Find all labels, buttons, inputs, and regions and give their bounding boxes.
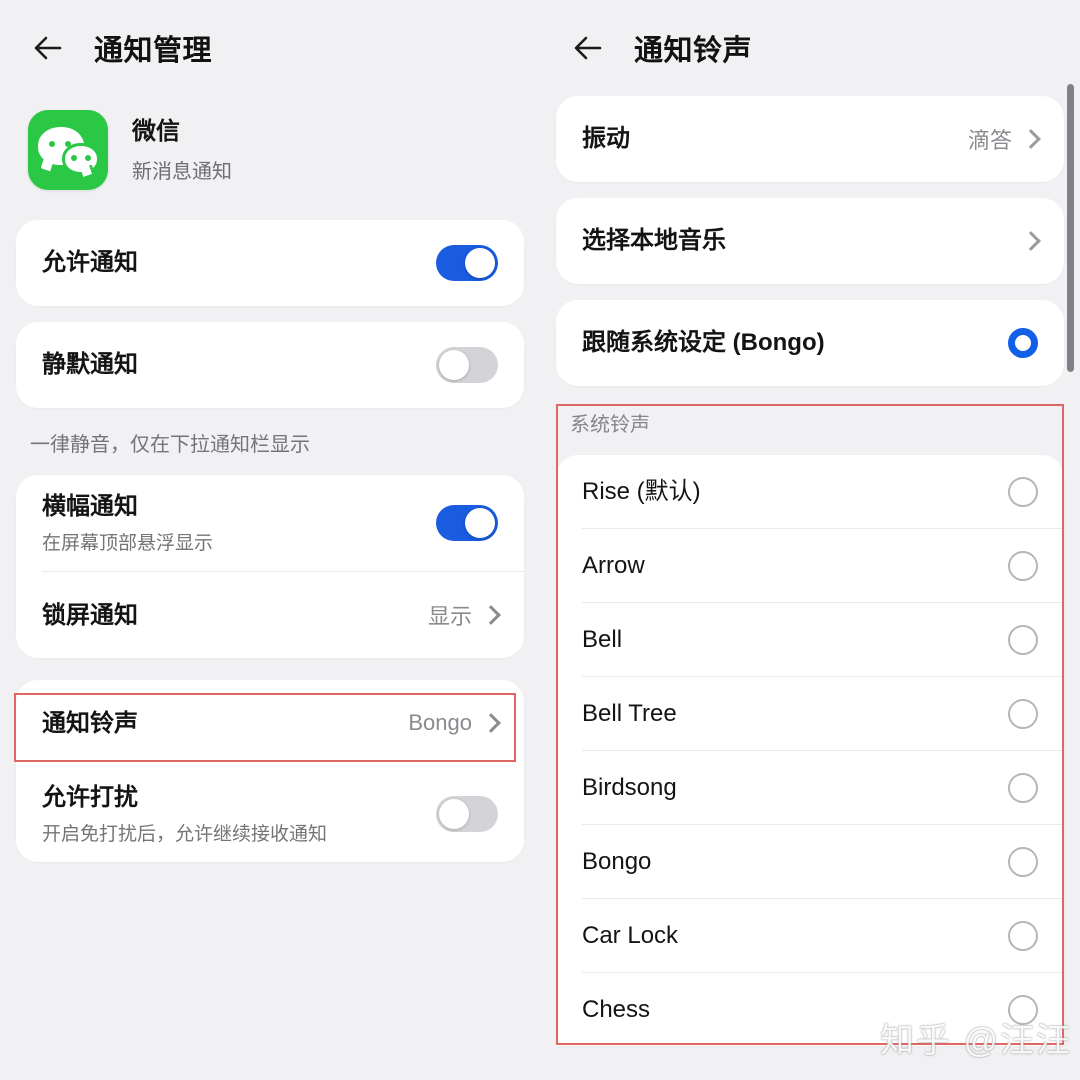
ringtone-name: Arrow <box>582 551 645 579</box>
row-label: 振动 <box>582 125 630 153</box>
ringtone-name: Bell <box>582 625 623 653</box>
ringtone-radio[interactable] <box>1008 550 1038 581</box>
ringtone-name: Bongo <box>582 847 652 875</box>
left-header: 通知管理 <box>0 0 540 96</box>
row-allow-notifications[interactable]: 允许通知 <box>16 220 524 306</box>
silent-notifications-hint: 一律静音，仅在下拉通知栏显示 <box>30 434 310 456</box>
row-value: 滴答 <box>967 128 1012 153</box>
row-lockscreen-notifications[interactable]: 锁屏通知 显示 <box>16 572 524 658</box>
ringtone-radio[interactable] <box>1008 920 1038 951</box>
app-subtitle: 新消息通知 <box>132 160 232 183</box>
row-label: 允许打扰 <box>42 784 138 812</box>
radio-follow-system-setting[interactable] <box>1008 328 1038 358</box>
ringtone-radio[interactable] <box>1008 846 1038 877</box>
ringtone-list-item[interactable]: Bell <box>556 603 1064 676</box>
section-label-system-ringtones: 系统铃声 <box>570 414 650 436</box>
card-silent-notifications: 静默通知 <box>16 322 524 408</box>
left-panel-notification-management: 通知管理 微信 新消息通知 允许通知 静默通知 一律静音，仅在下拉通知栏显示 横… <box>0 0 540 1080</box>
ringtone-radio[interactable] <box>1008 476 1038 507</box>
ringtone-list-item[interactable]: Birdsong <box>556 751 1064 824</box>
row-label: 横幅通知 <box>42 493 138 520</box>
row-label: 跟随系统设定 (Bongo) <box>582 329 825 357</box>
card-follow-system: 跟随系统设定 (Bongo) <box>556 300 1064 386</box>
toggle-silent-notifications[interactable] <box>436 347 498 383</box>
chevron-right-icon <box>481 605 501 626</box>
toggle-allow-notifications[interactable] <box>436 245 498 281</box>
card-system-ringtones: Rise (默认) Arrow Bell Bell Tree Birdsong Bongo… <box>556 455 1064 1046</box>
ringtone-list-item[interactable]: Bongo <box>556 825 1064 898</box>
ringtone-name: Birdsong <box>582 773 677 801</box>
ringtone-name: Bell Tree <box>582 699 677 727</box>
chevron-right-icon <box>481 713 501 734</box>
row-label: 选择本地音乐 <box>582 227 726 255</box>
dual-screenshot-container: 通知管理 微信 新消息通知 允许通知 静默通知 一律静音，仅在下拉通知栏显示 横… <box>0 0 1080 1080</box>
row-notification-ringtone[interactable]: 通知铃声 Bongo <box>16 680 524 766</box>
row-sublabel: 在屏幕顶部悬浮显示 <box>42 533 214 555</box>
row-vibration[interactable]: 振动 滴答 <box>556 96 1064 182</box>
right-panel-notification-ringtone: 通知铃声 振动 滴答 选择本地音乐 跟随系统设定 (Bongo) 系统铃声 Ri… <box>540 0 1080 1080</box>
card-local-music: 选择本地音乐 <box>556 198 1064 284</box>
row-banner-notifications[interactable]: 横幅通知 在屏幕顶部悬浮显示 <box>16 475 524 571</box>
row-select-local-music[interactable]: 选择本地音乐 <box>556 198 1064 284</box>
ringtone-list: Rise (默认) Arrow Bell Bell Tree Birdsong Bongo… <box>556 455 1064 1046</box>
chevron-right-icon <box>1021 129 1041 149</box>
back-arrow-icon[interactable] <box>568 28 608 68</box>
row-label: 允许通知 <box>42 249 138 277</box>
ringtone-list-item[interactable]: Arrow <box>556 529 1064 602</box>
row-allow-interrupt[interactable]: 允许打扰 开启免打扰后，允许继续接收通知 <box>16 766 524 862</box>
row-sublabel: 开启免打扰后，允许继续接收通知 <box>42 824 328 846</box>
row-value: Bongo <box>408 710 472 736</box>
back-arrow-icon[interactable] <box>28 28 68 68</box>
app-name: 微信 <box>132 117 180 145</box>
wechat-icon <box>28 110 108 190</box>
ringtone-list-item[interactable]: Rise (默认) <box>556 455 1064 528</box>
ringtone-name: Car Lock <box>582 921 679 949</box>
ringtone-list-item[interactable]: Bell Tree <box>556 677 1064 750</box>
card-vibration: 振动 滴答 <box>556 96 1064 182</box>
card-allow-notifications: 允许通知 <box>16 220 524 306</box>
watermark: 知乎 @汪汪 <box>880 1022 1072 1060</box>
chevron-right-icon <box>1021 231 1041 251</box>
card-ringtone-interrupt: 通知铃声 Bongo 允许打扰 开启免打扰后，允许继续接收通知 <box>16 680 524 863</box>
row-label: 锁屏通知 <box>42 601 138 629</box>
toggle-banner-notifications[interactable] <box>436 505 498 542</box>
card-banner-lockscreen: 横幅通知 在屏幕顶部悬浮显示 锁屏通知 显示 <box>16 475 524 659</box>
ringtone-name: Rise (默认) <box>582 477 701 505</box>
ringtone-radio[interactable] <box>1008 772 1038 803</box>
ringtone-radio[interactable] <box>1008 624 1038 655</box>
page-title: 通知铃声 <box>634 35 753 67</box>
row-follow-system-setting[interactable]: 跟随系统设定 (Bongo) <box>556 300 1064 386</box>
row-value: 显示 <box>427 604 472 630</box>
page-title: 通知管理 <box>94 35 213 67</box>
toggle-allow-interrupt[interactable] <box>436 796 498 833</box>
right-header: 通知铃声 <box>540 0 1080 96</box>
row-silent-notifications[interactable]: 静默通知 <box>16 322 524 408</box>
app-header-row: 微信 新消息通知 <box>0 96 540 220</box>
vertical-scrollbar[interactable] <box>1067 84 1074 372</box>
row-label: 通知铃声 <box>42 709 138 737</box>
ringtone-radio[interactable] <box>1008 698 1038 729</box>
row-label: 静默通知 <box>42 351 138 379</box>
ringtone-list-item[interactable]: Car Lock <box>556 899 1064 972</box>
